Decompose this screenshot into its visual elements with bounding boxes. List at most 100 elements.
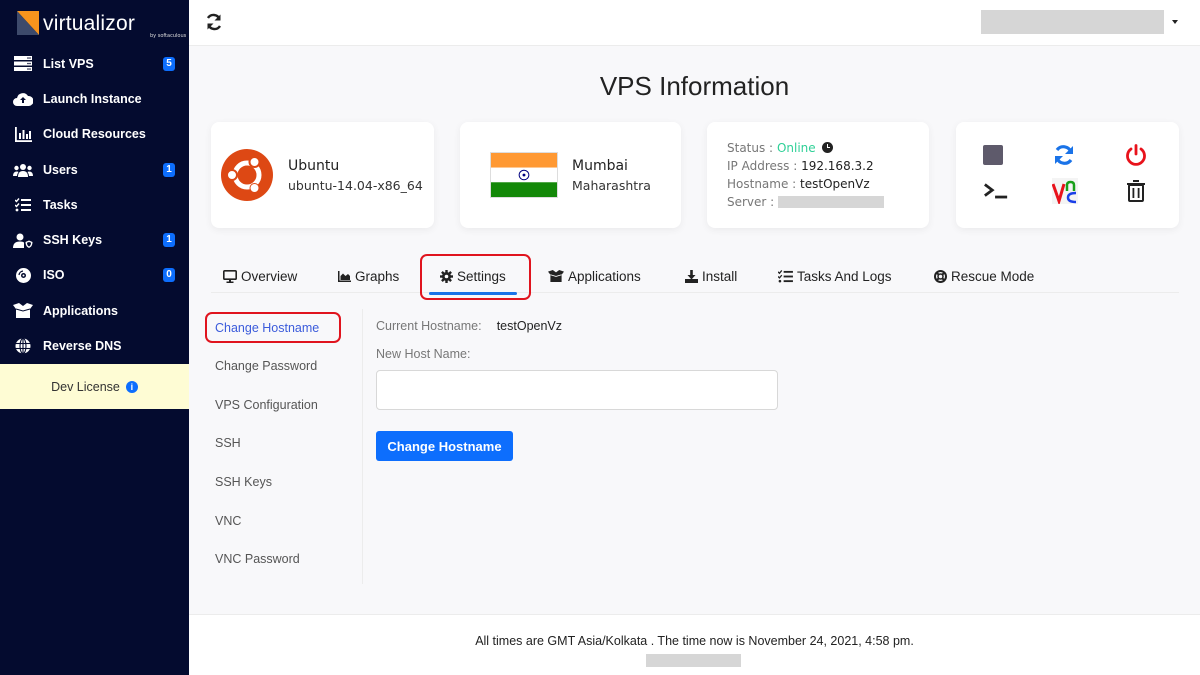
sidebar-item-cloud-resources[interactable]: Cloud Resources	[0, 117, 189, 152]
tab-overview[interactable]: Overview	[223, 260, 297, 292]
console-button[interactable]	[983, 178, 1009, 204]
monitor-icon	[223, 269, 237, 283]
settings-nav-ssh-keys[interactable]: SSH Keys	[215, 475, 272, 489]
vnc-icon	[1052, 178, 1078, 204]
tab-graphs[interactable]: Graphs	[338, 260, 399, 292]
user-menu[interactable]	[981, 10, 1164, 34]
sidebar-item-label: SSH Keys	[43, 233, 103, 248]
location-card: Mumbai Maharashtra	[460, 122, 681, 228]
power-off-button[interactable]	[1123, 142, 1149, 168]
globe-icon	[13, 338, 33, 355]
download-icon	[685, 269, 698, 283]
sidebar-item-applications[interactable]: Applications	[0, 293, 189, 328]
sidebar-item-users[interactable]: Users 1	[0, 152, 189, 187]
tab-label: Install	[702, 268, 738, 284]
clock-icon	[822, 142, 834, 153]
server-value-redacted	[778, 196, 885, 208]
ip-value: 192.168.3.2	[801, 159, 874, 173]
bar-chart-icon	[13, 126, 33, 142]
os-card: Ubuntu ubuntu-14.04-x86_64	[211, 122, 434, 228]
sidebar-item-ssh-keys[interactable]: SSH Keys 1	[0, 222, 189, 257]
sidebar-item-label: Applications	[43, 303, 119, 318]
brand-sub: by softaculous	[150, 33, 187, 39]
new-hostname-label: New Host Name:	[376, 347, 471, 361]
refresh-icon[interactable]	[205, 13, 223, 31]
status-badge: Online	[776, 141, 816, 155]
hostname-label: Hostname :	[727, 177, 797, 191]
footer: All times are GMT Asia/Kolkata . The tim…	[189, 614, 1200, 675]
main-content: VPS Information Ubuntu ubuntu-14.04-x86_…	[189, 47, 1200, 675]
os-version: ubuntu-14.04-x86_64	[288, 178, 423, 193]
status-card: Status : Online IP Address : 192.168.3.2…	[707, 122, 929, 228]
users-icon	[13, 162, 33, 178]
sidebar-item-label: Launch Instance	[43, 91, 142, 106]
india-flag-icon	[490, 152, 558, 198]
count-badge: 1	[163, 162, 175, 177]
tab-label: Rescue Mode	[951, 268, 1035, 284]
settings-panel: Change Hostname Change Password VPS Conf…	[205, 309, 1179, 584]
settings-nav-vnc-password[interactable]: VNC Password	[215, 552, 300, 566]
stop-icon	[983, 145, 1003, 165]
annotation-highlight	[205, 312, 341, 343]
restart-button[interactable]	[1051, 142, 1077, 168]
tab-label: Applications	[568, 268, 641, 284]
sidebar-item-label: Tasks	[43, 197, 78, 212]
tasks-icon	[778, 269, 793, 283]
tab-applications[interactable]: Applications	[548, 260, 641, 292]
server-label: Server :	[727, 195, 775, 209]
tab-bar: Overview Graphs Settings Applications In…	[211, 260, 1179, 295]
sidebar-item-list-vps[interactable]: List VPS 5	[0, 46, 189, 81]
settings-nav-ssh[interactable]: SSH	[215, 436, 241, 450]
info-icon[interactable]: i	[125, 380, 138, 393]
cloud-upload-icon	[13, 91, 33, 107]
actions-card	[956, 122, 1179, 228]
ubuntu-logo-icon	[221, 149, 273, 201]
sidebar-item-label: Cloud Resources	[43, 127, 146, 142]
count-badge: 1	[163, 233, 175, 248]
sidebar-item-iso[interactable]: ISO 0	[0, 258, 189, 293]
delete-button[interactable]	[1123, 178, 1149, 204]
sidebar-item-reverse-dns[interactable]: Reverse DNS	[0, 328, 189, 363]
vnc-button[interactable]	[1052, 178, 1078, 204]
sidebar-item-label: Reverse DNS	[43, 339, 122, 354]
license-label: Dev License	[51, 379, 120, 394]
sidebar-item-label: Users	[43, 162, 78, 177]
top-bar	[189, 0, 1200, 46]
sidebar-item-tasks[interactable]: Tasks	[0, 187, 189, 222]
disc-icon	[13, 267, 33, 283]
os-name: Ubuntu	[288, 158, 340, 174]
brand-logo[interactable]: virtualizor by softaculous	[0, 0, 189, 46]
page-title: VPS Information	[599, 71, 790, 101]
new-hostname-input[interactable]	[376, 370, 778, 410]
settings-nav-change-password[interactable]: Change Password	[215, 359, 317, 373]
sidebar: virtualizor by softaculous List VPS 5 La…	[0, 0, 189, 675]
sidebar-item-launch-instance[interactable]: Launch Instance	[0, 81, 189, 116]
hostname-value: testOpenVz	[800, 177, 870, 191]
brand-name: virtualizor	[43, 11, 136, 35]
footer-time-text: All times are GMT Asia/Kolkata . The tim…	[475, 634, 914, 648]
stop-button[interactable]	[980, 142, 1006, 168]
tab-rescue-mode[interactable]: Rescue Mode	[934, 260, 1034, 292]
change-hostname-button[interactable]: Change Hostname	[376, 431, 513, 461]
sidebar-item-label: List VPS	[43, 56, 94, 71]
server-list-icon	[13, 56, 33, 72]
footer-redacted	[646, 654, 741, 667]
restart-icon	[1055, 145, 1073, 165]
box-open-icon	[13, 303, 33, 319]
tasks-icon	[13, 197, 33, 213]
tab-label: Overview	[241, 268, 298, 284]
chevron-down-icon[interactable]	[1172, 20, 1178, 24]
settings-nav-vps-configuration[interactable]: VPS Configuration	[215, 398, 318, 412]
hostname-row: Hostname : testOpenVz	[727, 175, 884, 193]
status-row: Status : Online	[727, 139, 884, 157]
current-hostname-value: testOpenVz	[496, 319, 563, 333]
tab-tasks-and-logs[interactable]: Tasks And Logs	[778, 260, 892, 292]
settings-nav: Change Hostname Change Password VPS Conf…	[205, 309, 363, 584]
dev-license-banner[interactable]: Dev License i	[0, 364, 189, 409]
tab-label: Graphs	[355, 268, 400, 284]
location-state: Maharashtra	[572, 178, 651, 193]
tab-install[interactable]: Install	[685, 260, 737, 292]
tab-label: Tasks And Logs	[797, 268, 892, 284]
settings-nav-vnc[interactable]: VNC	[215, 514, 241, 528]
area-chart-icon	[338, 270, 351, 282]
